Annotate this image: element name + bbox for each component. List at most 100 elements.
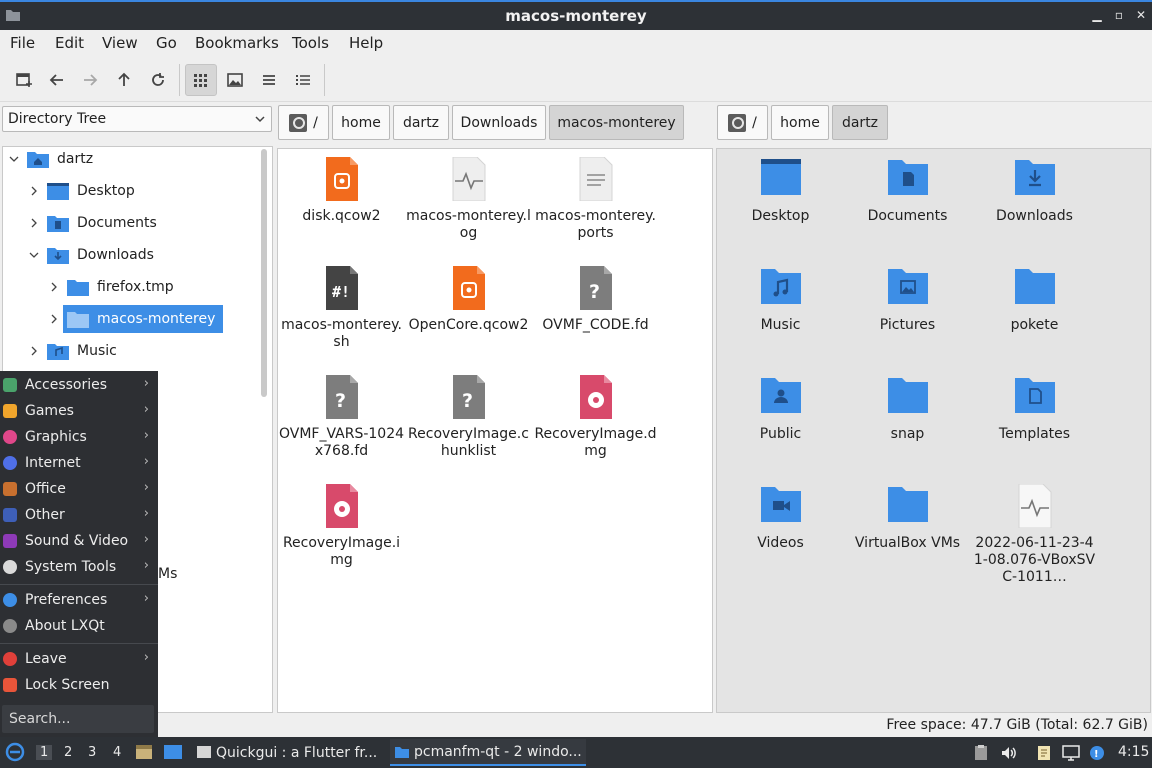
task-quickgui[interactable]: Quickgui : a Flutter fr... [192,739,384,766]
folder-item[interactable]: Music [717,266,844,334]
expand-arrow-icon[interactable] [29,186,39,196]
file-item[interactable]: ? OVMF_CODE.fd [532,266,659,334]
folder-item[interactable]: Videos [717,484,844,552]
tree-item-downloads[interactable]: Downloads [47,241,154,269]
menu-leave[interactable]: Leave › [0,647,158,673]
expand-arrow-icon[interactable] [49,314,59,324]
show-desktop-icon[interactable] [163,742,183,762]
desktop-switch-2[interactable]: 2 [64,745,72,760]
right-path-dartz[interactable]: dartz [832,105,888,140]
left-path-downloads[interactable]: Downloads [452,105,546,140]
folder-item[interactable]: Public [717,375,844,443]
folder-item[interactable]: pokete [971,266,1098,334]
lxqt-logo-icon[interactable] [5,742,25,762]
menu-tools[interactable]: Tools [292,34,329,52]
menu-graphics[interactable]: Graphics › [0,425,158,451]
forward-button[interactable] [74,64,106,96]
file-item[interactable]: OpenCore.qcow2 [405,266,532,334]
menu-games[interactable]: Games › [0,399,158,425]
tree-item-music[interactable]: Music [47,337,117,365]
thumbnail-view-button[interactable] [219,64,251,96]
right-file-view[interactable]: Desktop Documents Downloads Music Pictur… [716,148,1151,713]
menu-system-tools[interactable]: System Tools › [0,555,158,581]
tree-item-documents[interactable]: Documents [47,209,157,237]
menu-internet[interactable]: Internet › [0,451,158,477]
new-tab-button[interactable] [8,64,40,96]
menu-about-lxqt[interactable]: About LXQt [0,614,158,640]
file-item[interactable]: macos-monterey.log [405,157,532,242]
menu-file[interactable]: File [10,34,35,52]
menu-other[interactable]: Other › [0,503,158,529]
tree-item-desktop[interactable]: Desktop [47,177,135,205]
tree-item-firefox-tmp[interactable]: firefox.tmp [67,273,174,301]
network-icon[interactable] [1062,744,1080,762]
menu-accessories[interactable]: Accessories › [0,373,158,399]
menu-lock-screen[interactable]: Lock Screen [0,673,158,699]
documents-folder-icon [887,160,928,195]
reload-button[interactable] [142,64,174,96]
left-path-dartz[interactable]: dartz [393,105,449,140]
volume-icon[interactable] [1000,744,1018,762]
task-pcmanfm[interactable]: pcmanfm-qt - 2 windo... [390,739,586,766]
tree-item-dartz[interactable]: dartz [27,145,93,173]
expand-arrow-icon[interactable] [29,218,39,228]
menu-office[interactable]: Office › [0,477,158,503]
file-item[interactable]: RecoveryImage.img [278,484,405,569]
compact-view-button[interactable] [253,64,285,96]
folder-item[interactable]: snap [844,375,971,443]
close-icon[interactable]: ✕ [1134,7,1148,23]
file-item[interactable]: macos-monterey.ports [532,157,659,242]
expand-arrow-icon[interactable] [49,282,59,292]
file-manager-launcher-icon[interactable] [134,742,154,762]
menu-preferences[interactable]: Preferences › [0,588,158,614]
minimize-icon[interactable]: ▁ [1090,7,1104,23]
up-button[interactable] [108,64,140,96]
folder-item[interactable]: Desktop [717,157,844,225]
clock[interactable]: 4:15 [1118,744,1149,760]
file-item[interactable]: 2022-06-11-23-41-08.076-VBoxSVC-1011… [971,484,1098,586]
folder-item[interactable]: Downloads [971,157,1098,225]
menu-edit[interactable]: Edit [55,34,84,52]
menu-view[interactable]: View [102,34,138,52]
maximize-icon[interactable]: ▫ [1112,7,1126,23]
back-button[interactable] [41,64,73,96]
desktop-switch-1[interactable]: 1 [36,745,53,760]
folder-item[interactable]: Templates [971,375,1098,443]
desktop-switch-4[interactable]: 4 [113,745,121,760]
right-path-home[interactable]: home [771,105,829,140]
file-item[interactable]: ? OVMF_VARS-1024x768.fd [278,375,405,460]
file-item[interactable]: RecoveryImage.dmg [532,375,659,460]
left-path-home[interactable]: home [332,105,390,140]
file-item[interactable]: disk.qcow2 [278,157,405,225]
collapse-arrow-icon[interactable] [29,250,39,260]
expand-arrow-icon[interactable] [29,346,39,356]
window-titlebar[interactable]: macos-monterey ▁ ▫ ✕ [0,0,1152,30]
side-pane-mode-select[interactable]: Directory Tree [2,106,272,132]
menu-help[interactable]: Help [349,34,383,52]
file-item[interactable]: ? RecoveryImage.chunklist [405,375,532,460]
right-path-root-button[interactable]: / [717,105,768,140]
folder-item[interactable]: Documents [844,157,971,225]
clipboard-icon[interactable] [972,744,990,762]
folder-item[interactable]: Pictures [844,266,971,334]
left-path-macos-monterey[interactable]: macos-monterey [549,105,684,140]
tree-scrollbar[interactable] [261,149,267,397]
notification-icon[interactable]: ! [1088,744,1106,762]
file-item[interactable]: #! macos-monterey.sh [278,266,405,351]
collapse-arrow-icon[interactable] [9,154,19,164]
menu-sound-video[interactable]: Sound & Video › [0,529,158,555]
reload-icon [152,73,164,86]
desktop-switch-3[interactable]: 3 [88,745,96,760]
menu-bookmarks[interactable]: Bookmarks [195,34,279,52]
folder-item[interactable]: VirtualBox VMs [844,484,971,552]
application-menu[interactable]: Accessories › Games › Graphics › Interne… [0,371,158,737]
task-label: pcmanfm-qt - 2 windo... [414,743,582,760]
detailed-view-button[interactable] [287,64,319,96]
tree-item-macos-monterey[interactable]: macos-monterey [63,305,224,333]
icon-view-button[interactable] [185,64,217,96]
notes-icon[interactable] [1035,744,1053,762]
left-file-view[interactable]: disk.qcow2 macos-monterey.log macos-mont… [277,148,713,713]
menu-go[interactable]: Go [156,34,177,52]
left-path-root-button[interactable]: / [278,105,329,140]
menu-search-input[interactable]: Search... [2,705,154,733]
